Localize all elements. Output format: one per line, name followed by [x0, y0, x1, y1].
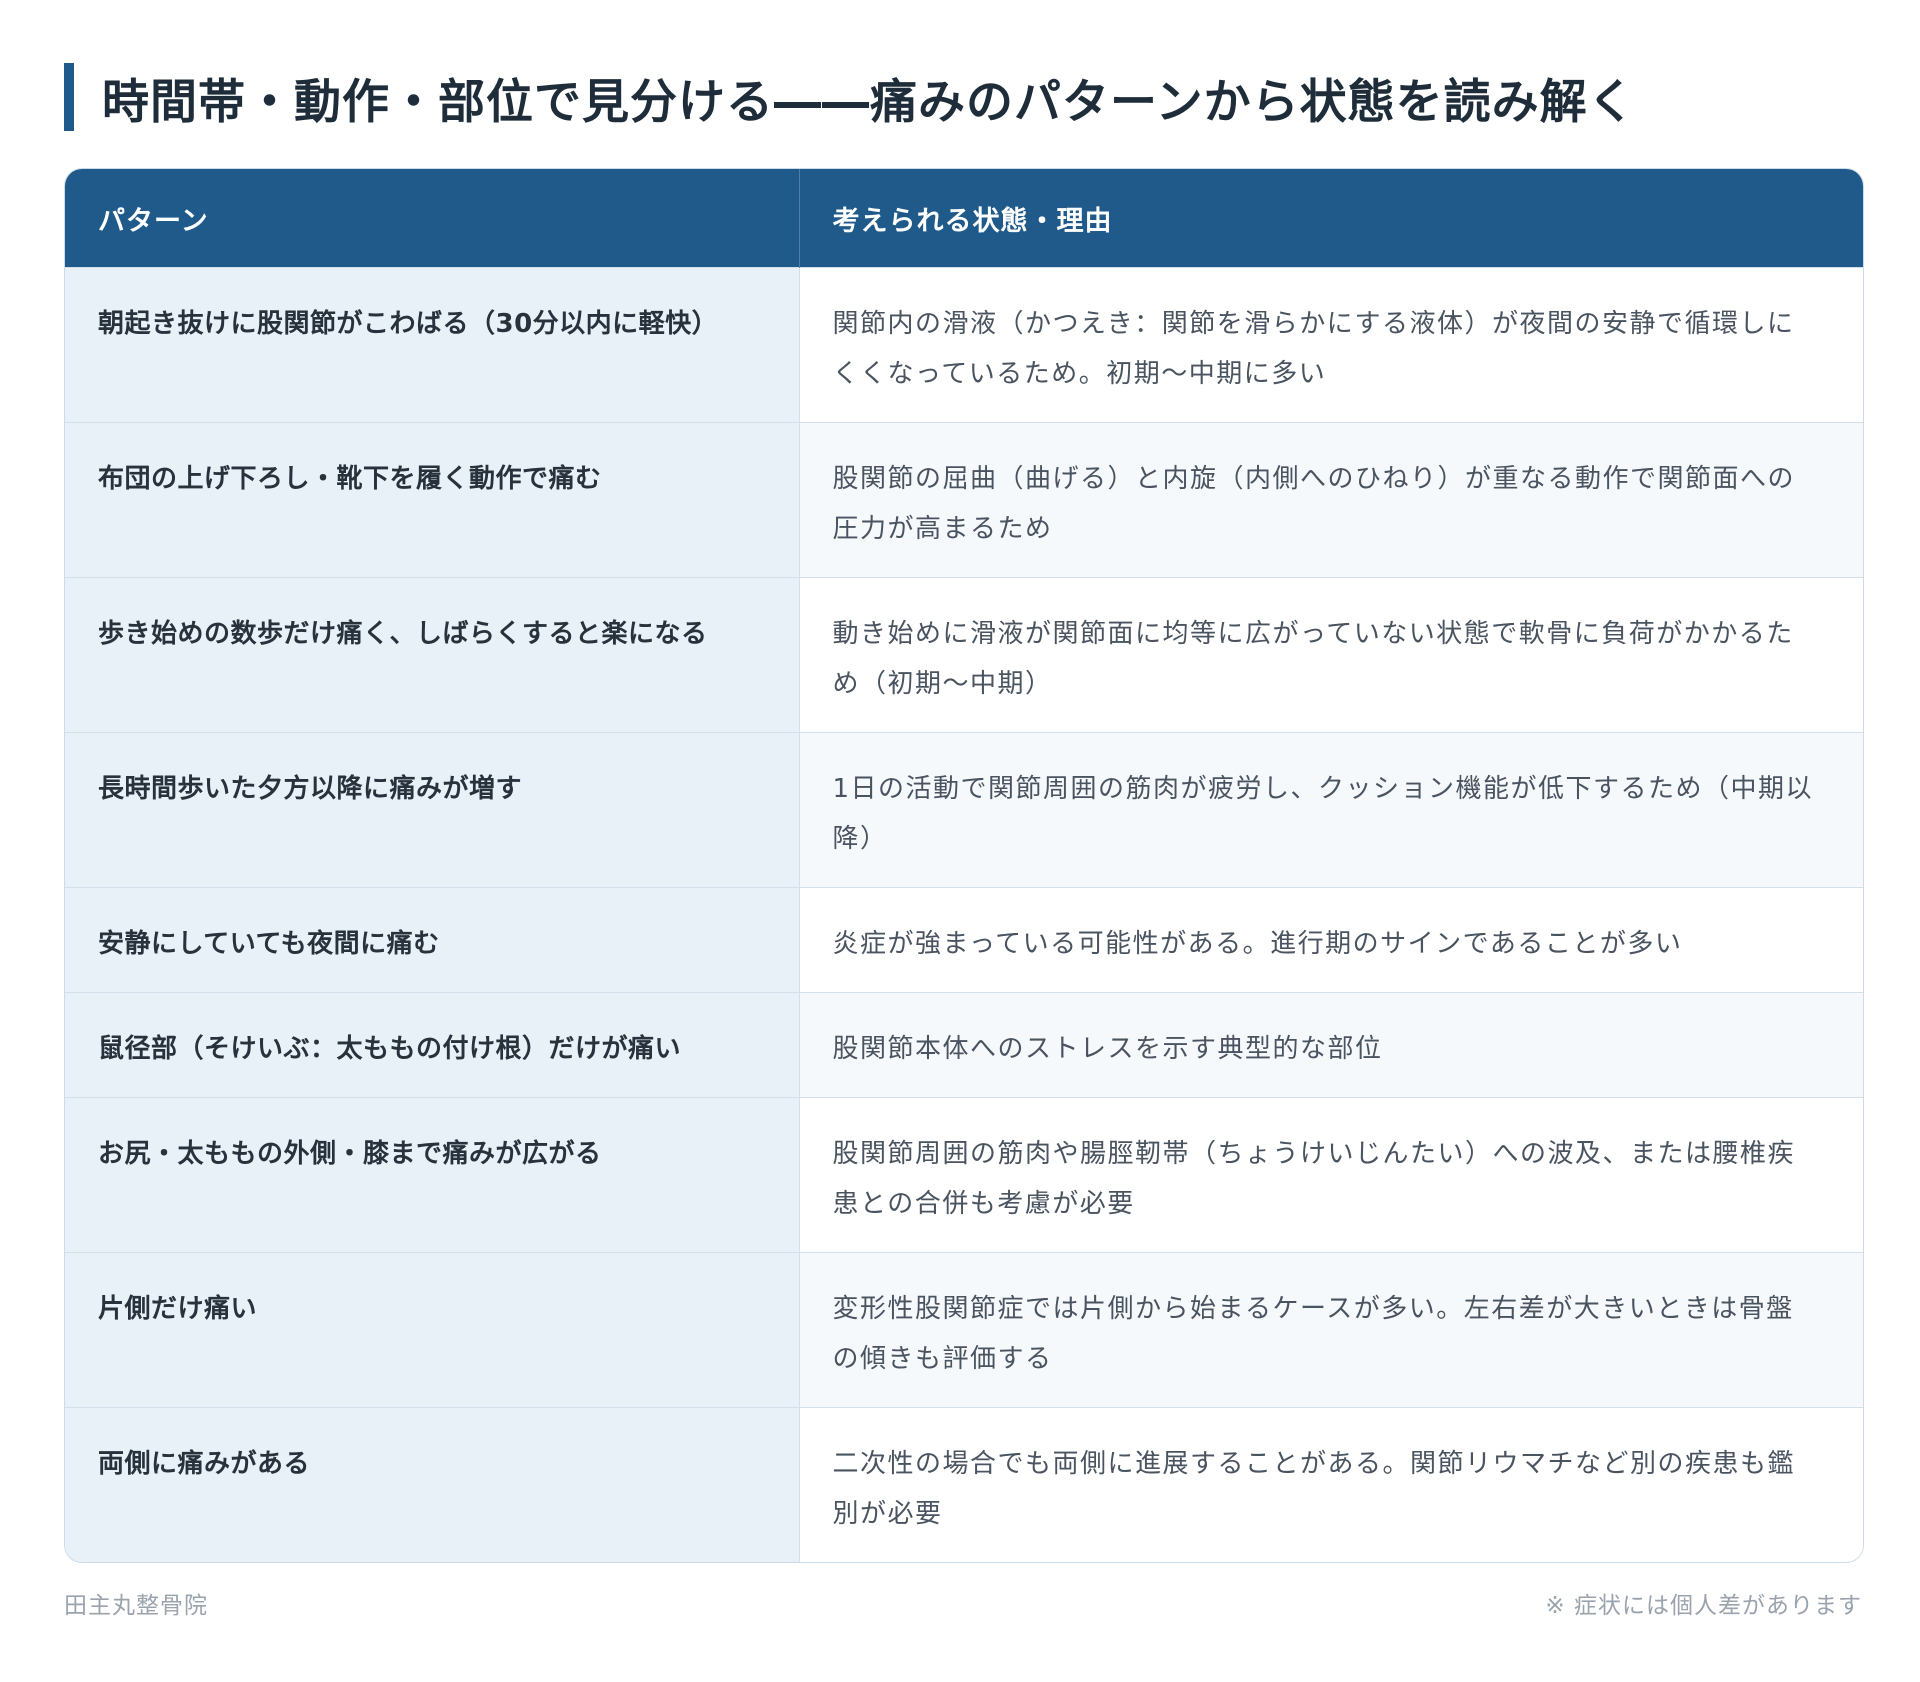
reason-cell: 炎症が強まっている可能性がある。進行期のサインであることが多い: [798, 887, 1863, 993]
reason-cell: 変形性股関節症では片側から始まるケースが多い。左右差が大きいときは骨盤の傾きも評…: [798, 1252, 1863, 1408]
disclaimer-note: ※ 症状には個人差があります: [1545, 1593, 1862, 1619]
reason-cell: 股関節周囲の筋肉や腸脛靭帯（ちょうけいじんたい）への波及、または腰椎疾患との合併…: [798, 1097, 1863, 1253]
table-row: 安静にしていても夜間に痛む 炎症が強まっている可能性がある。進行期のサインである…: [65, 887, 1863, 993]
reason-cell: 動き始めに滑液が関節面に均等に広がっていない状態で軟骨に負荷がかかるため（初期〜…: [798, 577, 1863, 733]
reason-cell: 二次性の場合でも両側に進展することがある。関節リウマチなど別の疾患も鑑別が必要: [798, 1407, 1863, 1562]
title-accent-bar: [64, 63, 74, 131]
clinic-name: 田主丸整骨院: [64, 1593, 208, 1619]
pattern-cell: 布団の上げ下ろし・靴下を履く動作で痛む: [65, 422, 799, 578]
table-row: 両側に痛みがある 二次性の場合でも両側に進展することがある。関節リウマチなど別の…: [65, 1407, 1863, 1562]
table-row: 長時間歩いた夕方以降に痛みが増す 1日の活動で関節周囲の筋肉が疲労し、クッション…: [65, 732, 1863, 888]
pattern-cell: お尻・太ももの外側・膝まで痛みが広がる: [65, 1097, 799, 1253]
table-row: 布団の上げ下ろし・靴下を履く動作で痛む 股関節の屈曲（曲げる）と内旋（内側へのひ…: [65, 422, 1863, 578]
reason-cell: 股関節本体へのストレスを示す典型的な部位: [798, 992, 1863, 1098]
table-row: お尻・太ももの外側・膝まで痛みが広がる 股関節周囲の筋肉や腸脛靭帯（ちょうけいじ…: [65, 1097, 1863, 1253]
table-row: 朝起き抜けに股関節がこわばる（30分以内に軽快） 関節内の滑液（かつえき：関節を…: [65, 267, 1863, 423]
pattern-cell: 長時間歩いた夕方以降に痛みが増す: [65, 732, 799, 888]
page-title: 時間帯・動作・部位で見分ける――痛みのパターンから状態を読み解く: [102, 74, 1636, 130]
table-row: 鼠径部（そけいぶ：太ももの付け根）だけが痛い 股関節本体へのストレスを示す典型的…: [65, 992, 1863, 1098]
pattern-cell: 片側だけ痛い: [65, 1252, 799, 1408]
pattern-cell: 朝起き抜けに股関節がこわばる（30分以内に軽快）: [65, 267, 799, 423]
pattern-cell: 両側に痛みがある: [65, 1407, 799, 1562]
column-header-reason: 考えられる状態・理由: [798, 169, 1863, 268]
table-row: 歩き始めの数歩だけ痛く、しばらくすると楽になる 動き始めに滑液が関節面に均等に広…: [65, 577, 1863, 733]
pain-pattern-table-card: パターン 考えられる状態・理由 朝起き抜けに股関節がこわばる（30分以内に軽快）…: [64, 168, 1864, 1563]
table-row: 片側だけ痛い 変形性股関節症では片側から始まるケースが多い。左右差が大きいときは…: [65, 1252, 1863, 1408]
page-header: 時間帯・動作・部位で見分ける――痛みのパターンから状態を読み解く: [64, 62, 1636, 132]
column-header-pattern: パターン: [65, 169, 799, 268]
pattern-cell: 歩き始めの数歩だけ痛く、しばらくすると楽になる: [65, 577, 799, 733]
reason-cell: 関節内の滑液（かつえき：関節を滑らかにする液体）が夜間の安静で循環しにくくなって…: [798, 267, 1863, 423]
pain-pattern-table: パターン 考えられる状態・理由 朝起き抜けに股関節がこわばる（30分以内に軽快）…: [65, 169, 1863, 1562]
pattern-cell: 安静にしていても夜間に痛む: [65, 887, 799, 993]
table-header-row: パターン 考えられる状態・理由: [65, 169, 1863, 268]
reason-cell: 股関節の屈曲（曲げる）と内旋（内側へのひねり）が重なる動作で関節面への圧力が高ま…: [798, 422, 1863, 578]
pattern-cell: 鼠径部（そけいぶ：太ももの付け根）だけが痛い: [65, 992, 799, 1098]
reason-cell: 1日の活動で関節周囲の筋肉が疲労し、クッション機能が低下するため（中期以降）: [798, 732, 1863, 888]
